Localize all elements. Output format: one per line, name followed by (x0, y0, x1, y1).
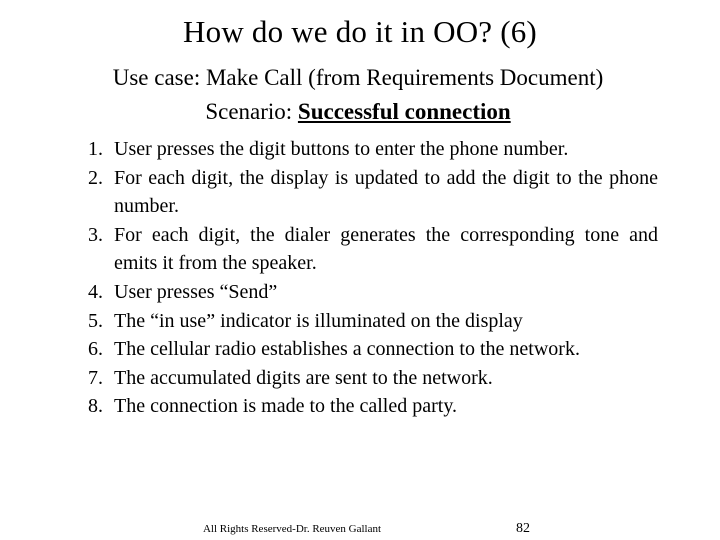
scenario-line: Scenario: Successful connection (54, 97, 662, 127)
copyright-footer: All Rights Reserved-Dr. Reuven Gallant (0, 522, 720, 536)
scenario-label: Scenario: (205, 99, 298, 124)
step-text: For each digit, the display is updated t… (114, 166, 658, 218)
step-number: 1. (88, 138, 103, 160)
page-title: How do we do it in OO? (6) (183, 14, 537, 49)
scenario-step: 3. For each digit, the dialer generates t… (88, 221, 658, 278)
page-number: 82 (516, 521, 530, 536)
step-text: User presses “Send” (114, 280, 278, 303)
step-text: The cellular radio establishes a connect… (114, 338, 580, 361)
step-text: User presses the digit buttons to enter … (114, 138, 569, 160)
step-number: 7. (88, 366, 103, 389)
scenario-steps-list: 1. User presses the digit buttons to ente… (88, 135, 658, 421)
scenario-value: Successful connection (297, 99, 511, 124)
step-number: 4. (88, 280, 103, 303)
scenario-step: 2. For each digit, the display is updated… (88, 164, 658, 221)
scenario-step: 7. The accumulated digits are sent to the… (88, 364, 658, 393)
step-number: 3. (88, 223, 103, 246)
step-number: 8. (88, 395, 103, 418)
step-number: 2. (88, 166, 103, 189)
step-number: 6. (88, 338, 103, 361)
step-text: The accumulated digits are sent to the n… (114, 366, 493, 389)
step-text: For each digit, the dialer generates the… (114, 223, 658, 275)
slide-canvas: How do we do it in OO? (6) Use case: Mak… (0, 0, 720, 540)
scenario-step: 6. The cellular radio establishes a conne… (88, 335, 658, 364)
use-case-line: Use case: Make Call (from Requirements D… (112, 65, 604, 90)
scenario-step: 8. The connection is made to the called p… (88, 392, 658, 421)
scenario-step: 1. User presses the digit buttons to ente… (88, 135, 658, 164)
copyright-text: All Rights Reserved-Dr. Reuven Gallant (202, 523, 382, 535)
step-number: 5. (88, 309, 103, 332)
scenario-step: 5. The “in use” indicator is illuminated … (88, 307, 658, 336)
step-text: The connection is made to the called par… (114, 395, 458, 418)
step-text: The “in use” indicator is illuminated on… (114, 309, 523, 332)
scenario-step: 4. User presses “Send” (88, 278, 658, 307)
